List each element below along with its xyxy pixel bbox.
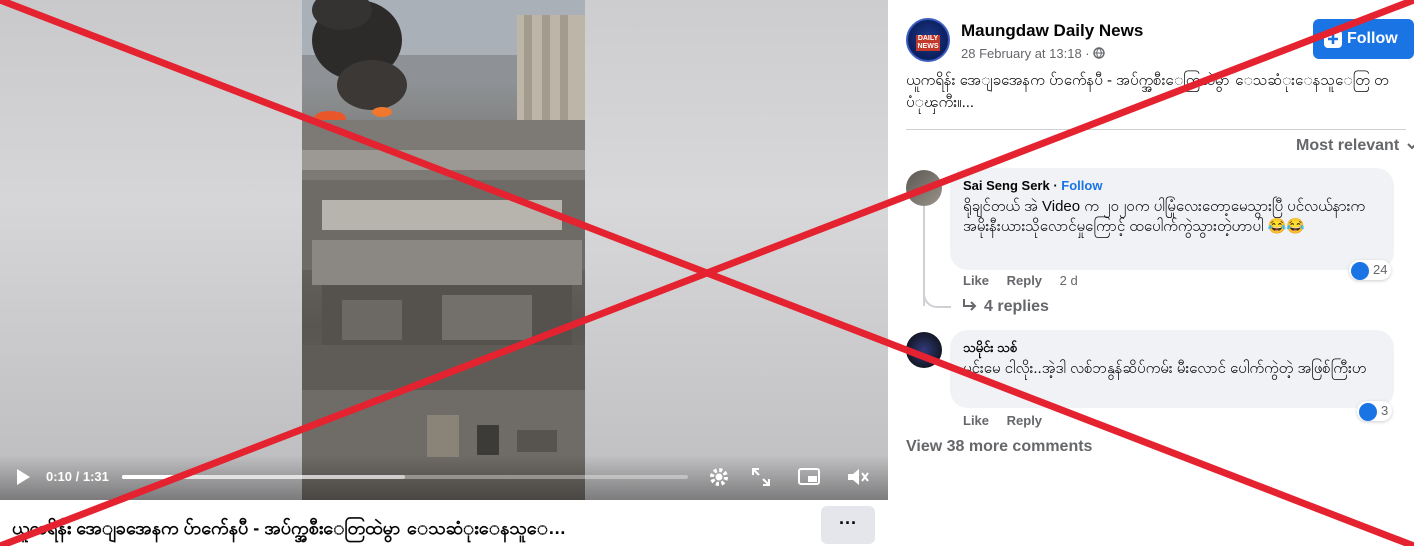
comment-text: ရိုချင်တယ် အဲ Video က ၂၀၂၀က ပါမြုံလေးတော… xyxy=(963,198,1366,235)
time-total: 1:31 xyxy=(82,469,109,484)
like-reaction-icon xyxy=(1351,261,1369,280)
reply-link[interactable]: Reply xyxy=(1007,273,1042,288)
video-time: 0:10 / 1:31 xyxy=(46,469,109,484)
play-icon[interactable] xyxy=(14,468,32,486)
reply-arrow-icon xyxy=(963,299,977,311)
video-controls: 0:10 / 1:31 xyxy=(0,455,888,500)
comment-text: မင်းမေ ငါလိုး..အဲ့ဒါ လစ်ဘနွန်ဆိပ်ကမ်း မီ… xyxy=(963,360,1367,377)
more-options-button[interactable]: ··· xyxy=(821,506,875,544)
picture-in-picture-icon[interactable] xyxy=(797,466,821,488)
comment-author-name[interactable]: Sai Seng Serk xyxy=(963,178,1050,193)
globe-icon xyxy=(1093,47,1105,59)
comment-follow-link[interactable]: Follow xyxy=(1061,178,1102,193)
video-blur-right xyxy=(585,0,888,500)
divider xyxy=(906,129,1406,130)
post-date: 28 February at 13:18 · xyxy=(961,46,1105,61)
reaction-count[interactable]: 24 xyxy=(1349,260,1392,280)
reaction-number: 24 xyxy=(1373,262,1388,277)
reaction-number: 3 xyxy=(1381,403,1389,418)
commenter-avatar[interactable] xyxy=(906,332,942,368)
video-player[interactable]: 0:10 / 1:31 xyxy=(0,0,888,500)
progress-fill xyxy=(122,475,185,479)
sort-dropdown[interactable]: Most relevant xyxy=(1296,137,1399,155)
video-frame[interactable] xyxy=(302,0,585,500)
explosion-scene-image xyxy=(302,0,585,500)
settings-gear-icon[interactable] xyxy=(708,466,730,488)
page-avatar[interactable]: DAILY NEWS xyxy=(906,18,950,62)
view-replies[interactable]: 4 replies xyxy=(962,298,1049,316)
reaction-count[interactable]: 3 xyxy=(1357,401,1393,421)
comment-author[interactable]: Sai Seng Serk · Follow xyxy=(963,178,1102,193)
reply-link[interactable]: Reply xyxy=(1007,413,1042,428)
replies-count[interactable]: 4 replies xyxy=(984,298,1049,315)
volume-muted-icon[interactable] xyxy=(846,466,870,488)
post-text: ယူကရိန်း အေျခအေနက ပ်ာက်ေနပီ - အပ်က္အစီးေ… xyxy=(906,72,1389,111)
video-caption-bar: ယူကရိန်း အေျခအေနက ပ်ာက်ေနပီ - အပ်က္အစီးေ… xyxy=(0,500,888,546)
avatar-logo-text: DAILY NEWS xyxy=(916,35,940,51)
time-current: 0:10 xyxy=(46,469,73,484)
comment-actions: Like Reply xyxy=(963,413,1056,428)
commenter-avatar[interactable] xyxy=(906,170,942,206)
like-link[interactable]: Like xyxy=(963,413,989,428)
follow-label: Follow xyxy=(1347,30,1398,47)
comment-time[interactable]: 2 d xyxy=(1060,273,1078,288)
video-progress-bar[interactable] xyxy=(122,475,688,479)
like-link[interactable]: Like xyxy=(963,273,989,288)
comment-actions: Like Reply 2 d xyxy=(963,273,1092,288)
view-more-comments[interactable]: View 38 more comments xyxy=(906,438,1092,456)
comment-author[interactable]: သမိုင်း သစ် xyxy=(963,340,1017,359)
video-caption: ယူကရိန်း အေျခအေနက ပ်ာက်ေနပီ - အပ်က္အစီးေ… xyxy=(12,518,567,538)
video-blur-left xyxy=(0,0,302,500)
post-date-text: 28 February at 13:18 · xyxy=(961,46,1090,61)
chevron-down-icon[interactable] xyxy=(1407,141,1414,151)
add-friend-icon xyxy=(1324,30,1342,48)
follow-button[interactable]: Follow xyxy=(1313,19,1414,59)
thread-curve xyxy=(923,280,951,308)
fullscreen-expand-icon[interactable] xyxy=(751,467,771,487)
like-reaction-icon xyxy=(1359,402,1377,421)
page-name[interactable]: Maungdaw Daily News xyxy=(961,21,1143,41)
